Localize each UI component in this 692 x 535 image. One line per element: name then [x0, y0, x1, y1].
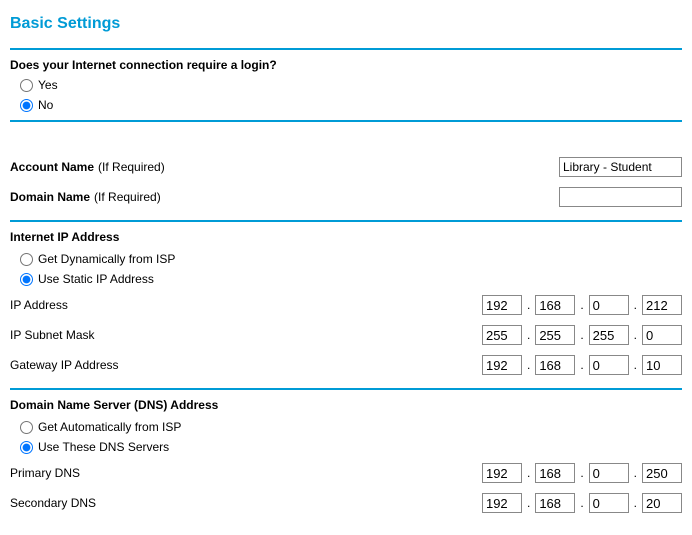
dns-these-radio[interactable] — [20, 441, 33, 454]
primary-dns-octet-3[interactable] — [589, 463, 629, 483]
ip-address-octet-2[interactable] — [535, 295, 575, 315]
dot: . — [632, 328, 639, 342]
ip-static-radio[interactable] — [20, 273, 33, 286]
subnet-octet-3[interactable] — [589, 325, 629, 345]
ip-dynamic-label: Get Dynamically from ISP — [38, 252, 175, 266]
ip-static-option[interactable]: Use Static IP Address — [10, 270, 682, 288]
login-yes-label: Yes — [38, 78, 58, 92]
login-no-label: No — [38, 98, 53, 112]
subnet-octet-4[interactable] — [642, 325, 682, 345]
dot: . — [525, 328, 532, 342]
gateway-octet-2[interactable] — [535, 355, 575, 375]
secondary-dns-octet-4[interactable] — [642, 493, 682, 513]
secondary-dns-fields: . . . — [482, 493, 682, 513]
dot: . — [525, 298, 532, 312]
dot: . — [632, 298, 639, 312]
primary-dns-octet-1[interactable] — [482, 463, 522, 483]
login-yes-option[interactable]: Yes — [10, 76, 682, 94]
dot: . — [632, 358, 639, 372]
gateway-octet-1[interactable] — [482, 355, 522, 375]
subnet-fields: . . . — [482, 325, 682, 345]
domain-name-label: Domain Name — [10, 190, 90, 204]
secondary-dns-octet-2[interactable] — [535, 493, 575, 513]
account-name-label: Account Name — [10, 160, 94, 174]
dot: . — [578, 466, 585, 480]
login-no-option[interactable]: No — [10, 96, 682, 114]
gateway-octet-4[interactable] — [642, 355, 682, 375]
ip-dynamic-radio[interactable] — [20, 253, 33, 266]
primary-dns-fields: . . . — [482, 463, 682, 483]
dns-section-header: Domain Name Server (DNS) Address — [10, 390, 682, 416]
gateway-fields: . . . — [482, 355, 682, 375]
dns-auto-radio[interactable] — [20, 421, 33, 434]
dot: . — [578, 358, 585, 372]
dns-auto-label: Get Automatically from ISP — [38, 420, 181, 434]
dot: . — [578, 298, 585, 312]
account-name-input[interactable] — [559, 157, 682, 177]
ip-static-label: Use Static IP Address — [38, 272, 154, 286]
dot: . — [632, 466, 639, 480]
dns-auto-option[interactable]: Get Automatically from ISP — [10, 418, 682, 436]
domain-name-hint: (If Required) — [94, 190, 161, 204]
secondary-dns-octet-1[interactable] — [482, 493, 522, 513]
subnet-octet-2[interactable] — [535, 325, 575, 345]
dot: . — [525, 358, 532, 372]
ip-dynamic-option[interactable]: Get Dynamically from ISP — [10, 250, 682, 268]
dot: . — [578, 328, 585, 342]
primary-dns-label: Primary DNS — [10, 466, 80, 480]
account-name-hint: (If Required) — [98, 160, 165, 174]
subnet-label: IP Subnet Mask — [10, 328, 95, 342]
ip-address-fields: . . . — [482, 295, 682, 315]
dot: . — [525, 466, 532, 480]
secondary-dns-label: Secondary DNS — [10, 496, 96, 510]
subnet-octet-1[interactable] — [482, 325, 522, 345]
ip-address-octet-3[interactable] — [589, 295, 629, 315]
domain-name-input[interactable] — [559, 187, 682, 207]
ip-address-octet-4[interactable] — [642, 295, 682, 315]
dns-these-label: Use These DNS Servers — [38, 440, 169, 454]
primary-dns-octet-2[interactable] — [535, 463, 575, 483]
dot: . — [578, 496, 585, 510]
login-question-label: Does your Internet connection require a … — [10, 58, 682, 72]
login-yes-radio[interactable] — [20, 79, 33, 92]
login-no-radio[interactable] — [20, 99, 33, 112]
primary-dns-octet-4[interactable] — [642, 463, 682, 483]
ip-section-header: Internet IP Address — [10, 222, 682, 248]
gateway-octet-3[interactable] — [589, 355, 629, 375]
dot: . — [632, 496, 639, 510]
dot: . — [525, 496, 532, 510]
page-title: Basic Settings — [10, 15, 682, 33]
ip-address-label: IP Address — [10, 298, 68, 312]
secondary-dns-octet-3[interactable] — [589, 493, 629, 513]
gateway-label: Gateway IP Address — [10, 358, 119, 372]
ip-address-octet-1[interactable] — [482, 295, 522, 315]
dns-these-option[interactable]: Use These DNS Servers — [10, 438, 682, 456]
